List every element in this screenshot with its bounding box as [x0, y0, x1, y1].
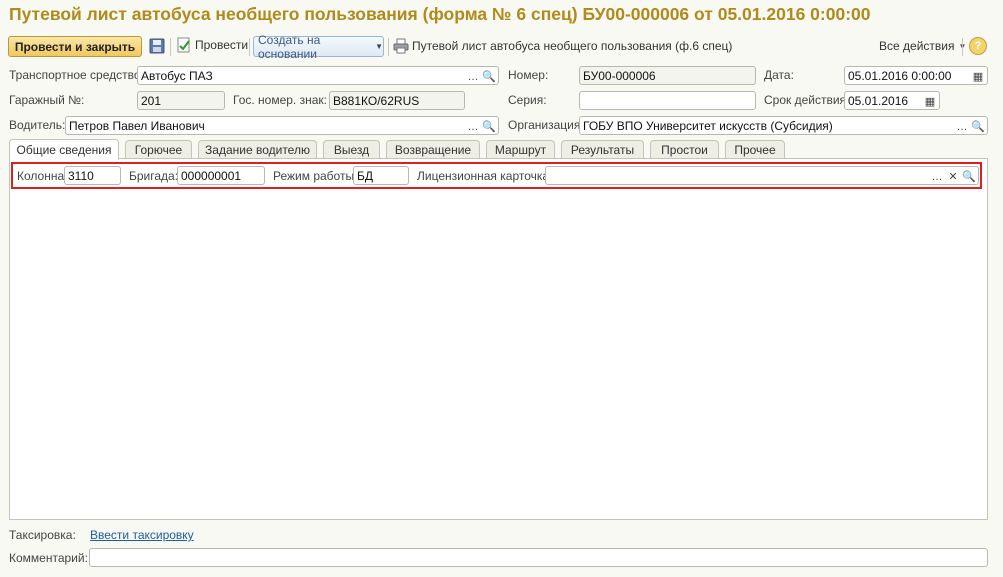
comment-field[interactable]: [89, 548, 988, 567]
toolbar-divider: [388, 38, 389, 56]
brigade-label: Бригада:: [129, 169, 179, 183]
plate-value: В881КО/62RUS: [333, 94, 420, 108]
number-value: БУ00-000006: [583, 69, 656, 83]
search-icon[interactable]: 🔍: [961, 168, 977, 184]
number-field[interactable]: БУ00-000006: [579, 66, 756, 85]
all-actions-label: Все действия: [879, 39, 955, 53]
print-button-label: Путевой лист автобуса необщего пользован…: [412, 39, 733, 53]
column-value: 3110: [68, 169, 94, 183]
save-icon: [149, 38, 165, 54]
print-icon: [393, 38, 409, 54]
chevron-down-icon: ▼: [375, 42, 383, 51]
column-field[interactable]: 3110: [64, 166, 121, 185]
brigade-field[interactable]: 000000001: [177, 166, 265, 185]
series-field[interactable]: [579, 91, 756, 110]
help-button[interactable]: ?: [969, 37, 987, 55]
create-based-on-label: Создать на основании: [258, 32, 321, 61]
tab-results[interactable]: Результаты: [561, 140, 644, 159]
work-mode-field[interactable]: БД: [353, 166, 409, 185]
vehicle-value: Автобус ПАЗ: [141, 69, 213, 83]
tab-route[interactable]: Маршрут: [486, 140, 555, 159]
post-and-close-button[interactable]: Провести и закрыть: [8, 36, 142, 57]
comment-label: Комментарий:: [9, 551, 88, 565]
tab-driver-task[interactable]: Задание водителю: [198, 140, 317, 159]
work-mode-value: БД: [357, 169, 374, 183]
post-button[interactable]: Провести: [176, 37, 248, 53]
validity-value: 05.01.2016: [848, 94, 909, 108]
garage-field[interactable]: 201: [137, 91, 225, 110]
tab-downtime[interactable]: Простои: [650, 140, 719, 159]
tab-departure[interactable]: Выезд: [323, 140, 380, 159]
page-title: Путевой лист автобуса необщего пользован…: [9, 4, 871, 24]
column-label: Колонна:: [17, 169, 68, 183]
calendar-icon[interactable]: ▦: [922, 93, 938, 109]
tab-return[interactable]: Возвращение: [386, 140, 480, 159]
all-actions-menu[interactable]: Все действия ▼: [879, 39, 966, 53]
search-icon[interactable]: 🔍: [481, 68, 497, 84]
tab-other[interactable]: Прочее: [725, 140, 785, 159]
license-card-field[interactable]: … ✕ 🔍: [545, 166, 979, 185]
org-field[interactable]: ГОБУ ВПО Университет искусств (Субсидия)…: [579, 116, 988, 135]
date-field[interactable]: 05.01.2016 0:00:00 ▦: [844, 66, 988, 85]
search-icon[interactable]: 🔍: [970, 118, 986, 134]
driver-field[interactable]: Петров Павел Иванович … 🔍: [65, 116, 499, 135]
select-icon[interactable]: …: [954, 118, 970, 134]
search-icon[interactable]: 🔍: [481, 118, 497, 134]
driver-label: Водитель:: [9, 118, 66, 132]
select-icon[interactable]: …: [929, 168, 945, 184]
toolbar-divider: [962, 38, 963, 56]
brigade-value: 000000001: [181, 169, 242, 183]
select-icon[interactable]: …: [465, 68, 481, 84]
plate-field[interactable]: В881КО/62RUS: [329, 91, 465, 110]
toolbar-divider: [249, 38, 250, 56]
plate-label: Гос. номер. знак:: [233, 93, 327, 107]
license-card-label: Лицензионная карточка:: [417, 169, 553, 183]
enter-taxation-link[interactable]: Ввести таксировку: [90, 528, 194, 542]
garage-value: 201: [141, 94, 162, 108]
post-icon: [177, 37, 190, 53]
validity-field[interactable]: 05.01.2016 ▦: [844, 91, 940, 110]
tab-general[interactable]: Общие сведения: [9, 139, 119, 160]
org-value: ГОБУ ВПО Университет искусств (Субсидия): [583, 119, 833, 133]
select-icon[interactable]: …: [465, 118, 481, 134]
tab-fuel[interactable]: Горючее: [125, 140, 192, 159]
calendar-icon[interactable]: ▦: [970, 68, 986, 84]
series-label: Серия:: [508, 93, 547, 107]
toolbar-divider: [170, 38, 171, 56]
save-button[interactable]: [149, 38, 165, 57]
vehicle-label: Транспортное средство:: [9, 68, 144, 82]
org-label: Организация:: [508, 118, 584, 132]
driver-value: Петров Павел Иванович: [69, 119, 205, 133]
garage-label: Гаражный №:: [9, 93, 85, 107]
work-mode-label: Режим работы:: [273, 169, 358, 183]
date-value: 05.01.2016 0:00:00: [848, 69, 952, 83]
validity-label: Срок действия:: [764, 93, 850, 107]
clear-icon[interactable]: ✕: [945, 168, 961, 184]
vehicle-field[interactable]: Автобус ПАЗ … 🔍: [137, 66, 499, 85]
tab-panel: [9, 158, 988, 520]
number-label: Номер:: [508, 68, 549, 82]
create-based-on-dropdown[interactable]: Создать на основании ▼: [253, 33, 384, 61]
print-button[interactable]: Путевой лист автобуса необщего пользован…: [393, 38, 732, 54]
post-button-label: Провести: [195, 38, 249, 52]
taxation-label: Таксировка:: [9, 528, 76, 542]
date-label: Дата:: [764, 68, 794, 82]
